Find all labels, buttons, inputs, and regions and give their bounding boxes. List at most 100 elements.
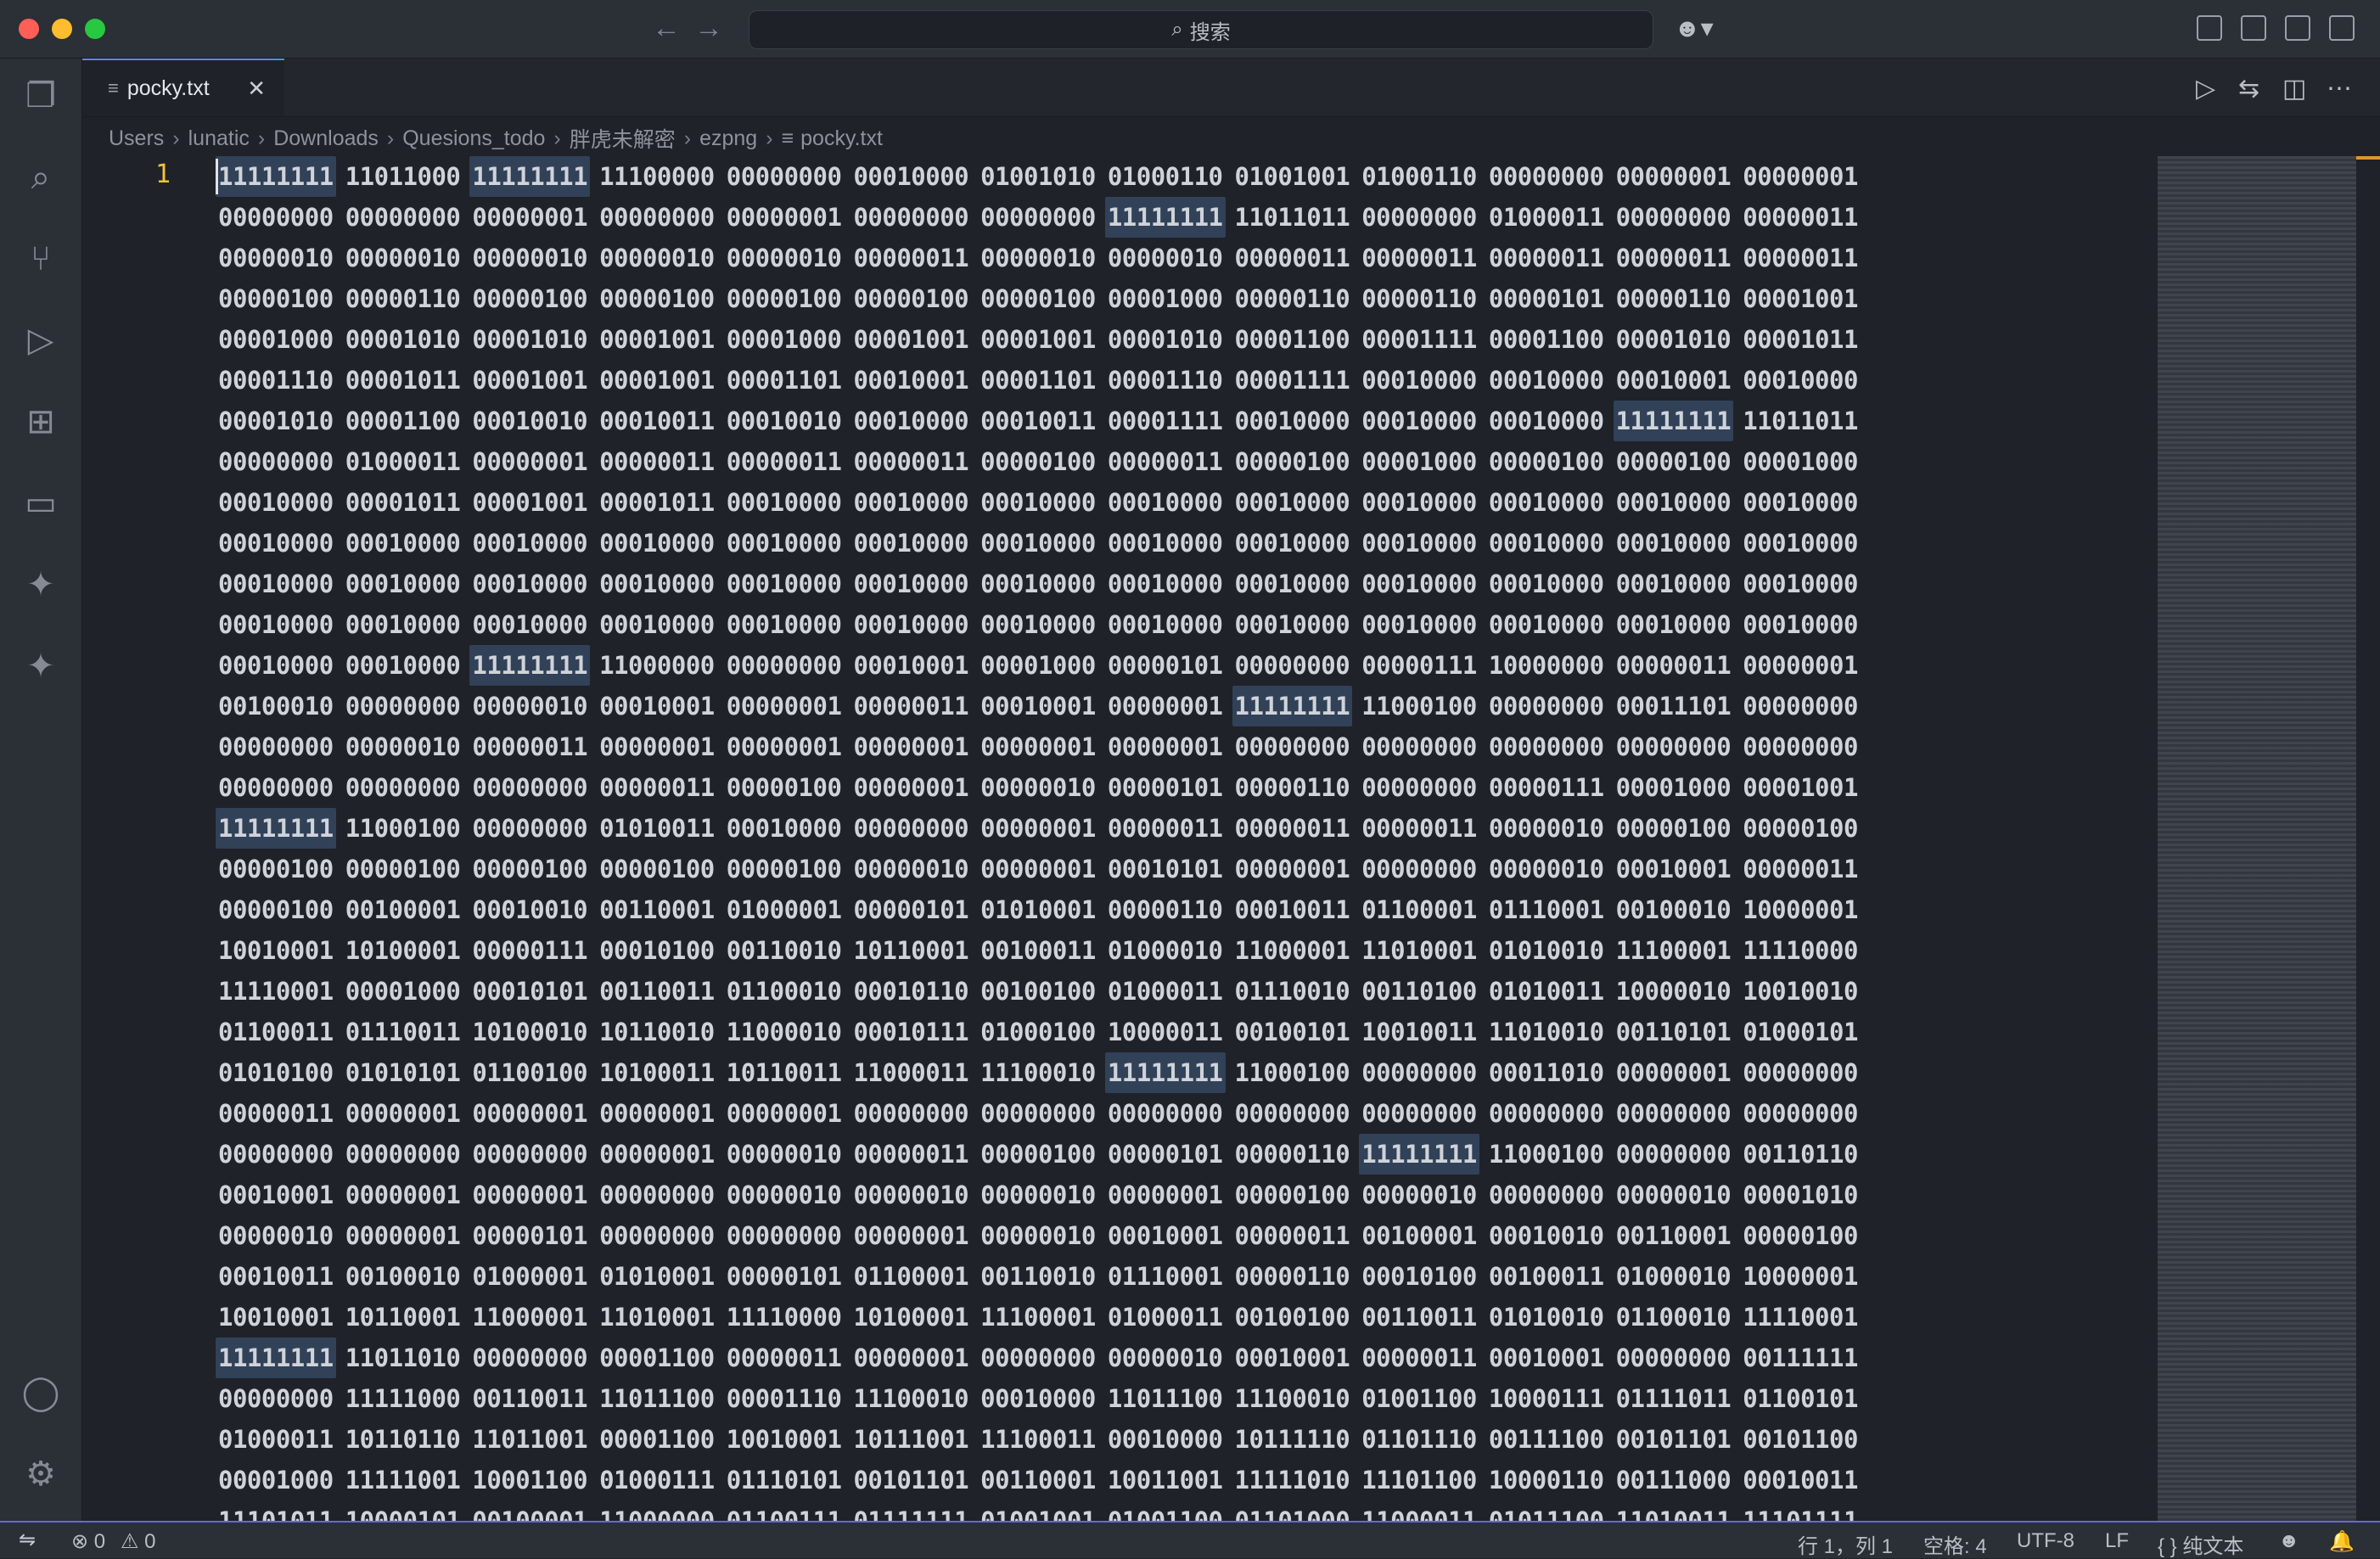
editor-area[interactable]: 1 11111111 11011000 11111111 11100000 000000… xyxy=(82,156,2380,1521)
code-line[interactable]: 01010100 01010101 01100100 10100011 10110011… xyxy=(216,1052,2227,1093)
binary-token: 00000000 xyxy=(1615,732,1732,761)
breadcrumb-file[interactable]: pocky.txt xyxy=(800,126,883,151)
code-line[interactable]: 11111111 11011010 00000000 00001100 00000011… xyxy=(216,1337,2227,1378)
code-line[interactable]: 01100011 01110011 10100010 10110010 11000010… xyxy=(216,1012,2227,1052)
account-icon[interactable]: ◯ xyxy=(20,1372,61,1413)
code-line[interactable]: 00010000 00010000 00010000 00010000 00010000… xyxy=(216,523,2227,564)
zoom-window-button[interactable] xyxy=(85,19,105,39)
binary-token: 00001000 xyxy=(1107,284,1223,313)
code-line[interactable]: 00000010 00000001 00000101 00000000 00000000… xyxy=(216,1215,2227,1256)
code-line[interactable]: 00010000 00001011 00001001 00001011 00010000… xyxy=(216,482,2227,523)
code-line[interactable]: 00001010 00001100 00010010 00010011 00010010… xyxy=(216,401,2227,441)
code-line[interactable]: 00001000 11111001 10001100 01000111 01110101… xyxy=(216,1460,2227,1500)
split-editor-icon[interactable]: ◫ xyxy=(2282,74,2306,104)
code-line[interactable]: 00010000 00010000 11111111 11000000 00000000… xyxy=(216,645,2227,686)
breadcrumb-item[interactable]: Users xyxy=(109,126,164,151)
source-control-icon[interactable]: ⑂ xyxy=(20,238,61,279)
warnings-count[interactable]: ⚠ 0 xyxy=(121,1529,156,1554)
remote-icon[interactable]: ⇋ xyxy=(0,1523,54,1558)
python-env-icon[interactable]: ✦ xyxy=(20,646,61,687)
code-line[interactable]: 00000000 01000011 00000001 00000011 00000011… xyxy=(216,441,2227,482)
command-center-search[interactable]: ⌕ 搜索 xyxy=(749,10,1653,49)
copilot-icon[interactable]: ☻ xyxy=(2278,1529,2299,1553)
code-line[interactable]: 00000100 00000100 00000100 00000100 00000100… xyxy=(216,849,2227,889)
line-ending[interactable]: LF xyxy=(2105,1529,2129,1553)
binary-token: 00000001 xyxy=(599,1099,715,1128)
close-tab-icon[interactable]: ✕ xyxy=(247,76,266,102)
binary-token: 00000100 xyxy=(599,284,715,313)
code-line[interactable]: 00010000 00010000 00010000 00010000 00010000… xyxy=(216,564,2227,604)
binary-token: 00000001 xyxy=(345,1099,461,1128)
code-line[interactable]: 00000000 00000000 00000001 00000000 00000001… xyxy=(216,197,2227,238)
code-line[interactable]: 10010001 10110001 11000001 11010001 11110000… xyxy=(216,1297,2227,1337)
code-content[interactable]: 11111111 11011000 11111111 11100000 00000000… xyxy=(216,156,2227,1521)
explorer-icon[interactable]: ❐ xyxy=(20,76,61,116)
code-line[interactable]: 00000000 00000000 00000000 00000001 00000010… xyxy=(216,1134,2227,1175)
breadcrumb-item[interactable]: Downloads xyxy=(273,126,379,151)
binary-token: 00000001 xyxy=(726,692,842,721)
toggle-panel-icon[interactable] xyxy=(2285,15,2310,41)
close-window-button[interactable] xyxy=(19,19,39,39)
compare-icon[interactable]: ⇆ xyxy=(2238,74,2259,104)
code-line[interactable]: 10010001 10100001 00000111 00010100 00110010… xyxy=(216,930,2227,971)
code-line[interactable]: 00000010 00000010 00000010 00000010 00000010… xyxy=(216,238,2227,278)
python-icon[interactable]: ✦ xyxy=(20,564,61,605)
binary-token: 01010001 xyxy=(599,1262,715,1291)
binary-token: 10110110 xyxy=(345,1425,461,1454)
binary-token: 00000010 xyxy=(853,855,969,883)
minimap-slider[interactable] xyxy=(2158,156,2356,1521)
copilot-icon[interactable]: ☻▾ xyxy=(1674,14,1714,43)
code-line[interactable]: 00010001 00000001 00000001 00000000 00000010… xyxy=(216,1175,2227,1215)
extensions-icon[interactable]: ⊞ xyxy=(20,401,61,442)
code-line[interactable]: 00000100 00000110 00000100 00000100 00000100… xyxy=(216,278,2227,319)
errors-count[interactable]: ⊗ 0 xyxy=(71,1529,105,1554)
binary-token: 11011011 xyxy=(1743,407,1858,435)
toggle-primary-sidebar-icon[interactable] xyxy=(2241,15,2266,41)
code-line[interactable]: 00001110 00001011 00001001 00001001 00001101… xyxy=(216,360,2227,401)
binary-token: 01010011 xyxy=(1488,977,1604,1006)
binary-token: 11100001 xyxy=(1615,936,1732,965)
code-line[interactable]: 11111111 11000100 00000000 01010011 00010000… xyxy=(216,808,2227,849)
code-line[interactable]: 00000100 00100001 00010010 00110001 01000001… xyxy=(216,889,2227,930)
remote-explorer-icon[interactable]: ▭ xyxy=(20,483,61,524)
more-actions-icon[interactable]: ⋯ xyxy=(2327,74,2352,104)
search-icon[interactable]: ⌕ xyxy=(20,157,61,198)
code-line[interactable]: 01000011 10110110 11011001 00001100 10010001… xyxy=(216,1419,2227,1460)
binary-token: 00010000 xyxy=(472,610,588,639)
customize-layout-icon[interactable] xyxy=(2197,15,2222,41)
code-line[interactable]: 00001000 00001010 00001010 00001001 00001000… xyxy=(216,319,2227,360)
breadcrumb-item[interactable]: Quesions_todo xyxy=(402,126,545,151)
indentation[interactable]: 空格: 4 xyxy=(1923,1529,1987,1559)
cursor-position[interactable]: 行 1，列 1 xyxy=(1798,1529,1893,1559)
toggle-secondary-sidebar-icon[interactable] xyxy=(2329,15,2355,41)
binary-token: 00000011 xyxy=(1107,447,1223,476)
code-line[interactable]: 00000000 11111000 00110011 11011100 00001110… xyxy=(216,1378,2227,1419)
binary-token: 00100011 xyxy=(1488,1262,1604,1291)
code-line[interactable]: 00000000 00000010 00000011 00000001 00000001… xyxy=(216,726,2227,767)
minimize-window-button[interactable] xyxy=(52,19,72,39)
binary-token: 00010000 xyxy=(472,529,588,558)
code-line[interactable]: 00010011 00100010 01000001 01010001 00000101… xyxy=(216,1256,2227,1297)
code-line[interactable]: 00000011 00000001 00000001 00000001 00000001… xyxy=(216,1093,2227,1134)
code-line[interactable]: 00100010 00000000 00000010 00010001 00000001… xyxy=(216,686,2227,726)
breadcrumb-item[interactable]: 胖虎未解密 xyxy=(570,123,676,154)
back-arrow-icon[interactable]: ← xyxy=(652,12,681,45)
binary-token: 00010000 xyxy=(1743,488,1858,517)
bell-icon[interactable]: 🔔 xyxy=(2329,1529,2355,1554)
encoding[interactable]: UTF-8 xyxy=(2017,1529,2074,1553)
breadcrumb-item[interactable]: lunatic xyxy=(188,126,250,151)
code-line[interactable]: 00000000 00000000 00000000 00000011 00000100… xyxy=(216,767,2227,808)
code-line[interactable]: 11111111 11011000 11111111 11100000 00000000… xyxy=(216,156,2227,197)
breadcrumb-item[interactable]: ezpng xyxy=(699,126,757,151)
code-line[interactable]: 11110001 00001000 00010101 00110011 01100010… xyxy=(216,971,2227,1012)
settings-gear-icon[interactable]: ⚙ xyxy=(20,1454,61,1495)
binary-token: 00010000 xyxy=(1743,529,1858,558)
code-line[interactable]: 00010000 00010000 00010000 00010000 00010000… xyxy=(216,604,2227,645)
language-mode[interactable]: { } 纯文本 xyxy=(2158,1529,2243,1559)
tab-pocky-txt[interactable]: ≡ pocky.txt ✕ xyxy=(82,59,284,116)
run-icon[interactable]: ▷ xyxy=(2196,74,2215,104)
binary-token: 00000000 xyxy=(1615,1343,1732,1372)
run-debug-icon[interactable]: ▷ xyxy=(20,320,61,361)
forward-arrow-icon[interactable]: → xyxy=(694,12,723,45)
code-line[interactable]: 11101011 10000101 00100001 11000000 01100111… xyxy=(216,1500,2227,1521)
